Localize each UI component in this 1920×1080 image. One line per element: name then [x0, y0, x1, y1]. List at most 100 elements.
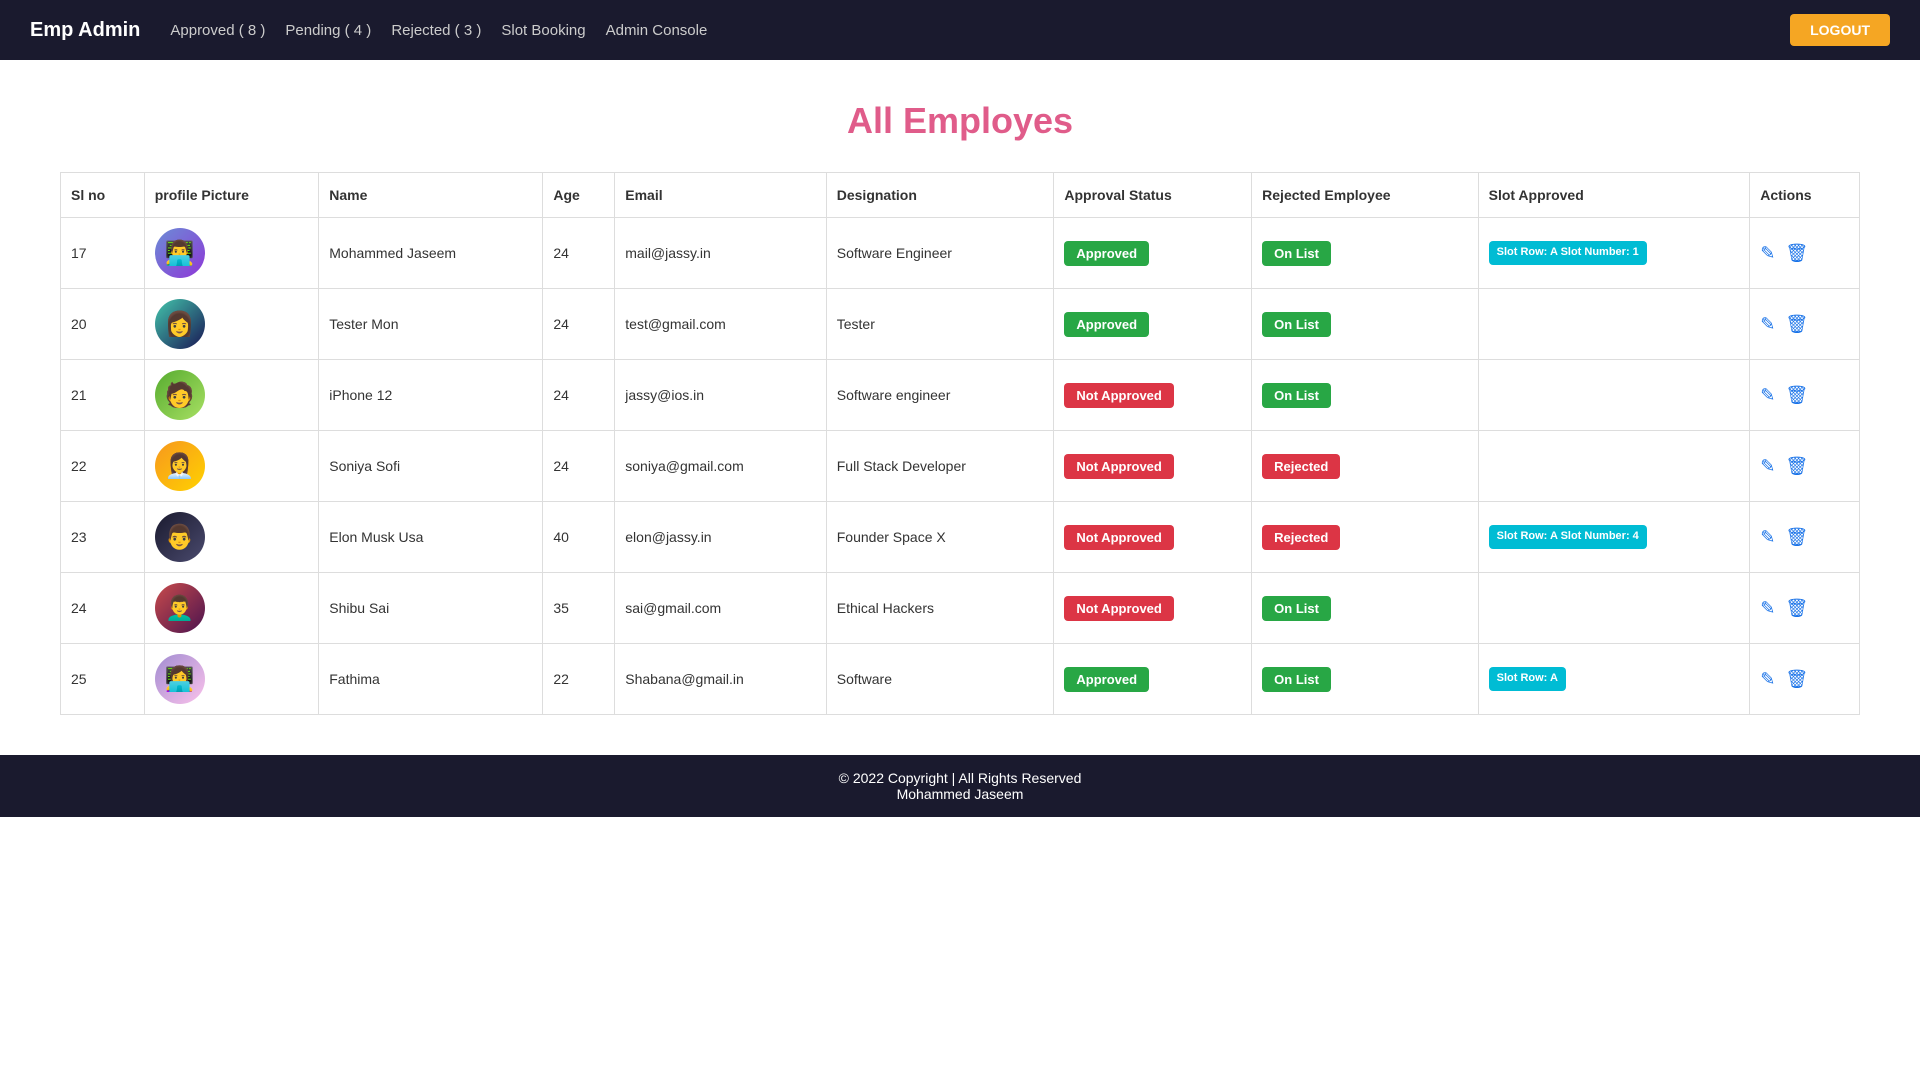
avatar: 👨‍🦱 [155, 583, 205, 633]
cell-email: sai@gmail.com [615, 573, 826, 644]
cell-age: 35 [543, 573, 615, 644]
cell-actions: ✎ 🗑 [1750, 218, 1860, 289]
edit-icon[interactable]: ✎ [1760, 385, 1775, 406]
cell-designation: Full Stack Developer [826, 431, 1054, 502]
nav-slot-booking[interactable]: Slot Booking [501, 22, 585, 39]
navbar: Emp Admin Approved ( 8 ) Pending ( 4 ) R… [0, 0, 1920, 60]
cell-avatar: 👩‍💼 [144, 431, 319, 502]
table-body: 17 👨‍💻 Mohammed Jaseem 24 mail@jassy.in … [61, 218, 1860, 715]
delete-icon[interactable]: 🗑 [1785, 243, 1808, 264]
approval-status-badge: Approved [1064, 312, 1149, 337]
cell-actions: ✎ 🗑 [1750, 644, 1860, 715]
cell-designation: Software engineer [826, 360, 1054, 431]
cell-designation: Tester [826, 289, 1054, 360]
approval-status-badge: Approved [1064, 241, 1149, 266]
col-sl: Sl no [61, 173, 145, 218]
cell-approval-status: Approved [1054, 289, 1252, 360]
cell-actions: ✎ 🗑 [1750, 502, 1860, 573]
avatar: 👩 [155, 299, 205, 349]
cell-sl: 22 [61, 431, 145, 502]
cell-age: 24 [543, 289, 615, 360]
cell-slot-approved [1478, 431, 1750, 502]
cell-age: 24 [543, 431, 615, 502]
col-email: Email [615, 173, 826, 218]
rejected-employee-badge: On List [1262, 596, 1331, 621]
col-name: Name [319, 173, 543, 218]
cell-rejected-employee: On List [1252, 644, 1478, 715]
nav-rejected[interactable]: Rejected ( 3 ) [391, 22, 481, 39]
cell-approval-status: Approved [1054, 218, 1252, 289]
cell-slot-approved [1478, 360, 1750, 431]
table-row: 17 👨‍💻 Mohammed Jaseem 24 mail@jassy.in … [61, 218, 1860, 289]
action-icons: ✎ 🗑 [1760, 598, 1849, 619]
cell-avatar: 👩‍💻 [144, 644, 319, 715]
cell-approval-status: Not Approved [1054, 502, 1252, 573]
avatar: 👨 [155, 512, 205, 562]
cell-avatar: 👩 [144, 289, 319, 360]
cell-designation: Ethical Hackers [826, 573, 1054, 644]
cell-designation: Software Engineer [826, 218, 1054, 289]
cell-approval-status: Not Approved [1054, 431, 1252, 502]
delete-icon[interactable]: 🗑 [1785, 669, 1808, 690]
delete-icon[interactable]: 🗑 [1785, 314, 1808, 335]
slot-badge: Slot Row: A Slot Number: 4 [1489, 525, 1647, 548]
logout-button[interactable]: LOGOUT [1790, 14, 1890, 46]
cell-approval-status: Not Approved [1054, 360, 1252, 431]
cell-rejected-employee: On List [1252, 218, 1478, 289]
cell-actions: ✎ 🗑 [1750, 431, 1860, 502]
table-row: 23 👨 Elon Musk Usa 40 elon@jassy.in Foun… [61, 502, 1860, 573]
cell-sl: 17 [61, 218, 145, 289]
cell-avatar: 🧑 [144, 360, 319, 431]
cell-slot-approved: Slot Row: A Slot Number: 1 [1478, 218, 1750, 289]
cell-sl: 21 [61, 360, 145, 431]
edit-icon[interactable]: ✎ [1760, 669, 1775, 690]
nav-approved[interactable]: Approved ( 8 ) [170, 22, 265, 39]
cell-slot-approved: Slot Row: A [1478, 644, 1750, 715]
action-icons: ✎ 🗑 [1760, 669, 1849, 690]
edit-icon[interactable]: ✎ [1760, 243, 1775, 264]
table-header: Sl no profile Picture Name Age Email Des… [61, 173, 1860, 218]
rejected-employee-badge: On List [1262, 667, 1331, 692]
edit-icon[interactable]: ✎ [1760, 598, 1775, 619]
employees-table: Sl no profile Picture Name Age Email Des… [60, 172, 1860, 715]
col-rejected-employee: Rejected Employee [1252, 173, 1478, 218]
delete-icon[interactable]: 🗑 [1785, 527, 1808, 548]
action-icons: ✎ 🗑 [1760, 456, 1849, 477]
edit-icon[interactable]: ✎ [1760, 314, 1775, 335]
cell-actions: ✎ 🗑 [1750, 360, 1860, 431]
action-icons: ✎ 🗑 [1760, 314, 1849, 335]
employees-table-wrapper: Sl no profile Picture Name Age Email Des… [60, 172, 1860, 715]
approval-status-badge: Not Approved [1064, 383, 1173, 408]
cell-rejected-employee: Rejected [1252, 502, 1478, 573]
cell-name: Soniya Sofi [319, 431, 543, 502]
cell-name: Fathima [319, 644, 543, 715]
cell-rejected-employee: On List [1252, 573, 1478, 644]
cell-rejected-employee: Rejected [1252, 431, 1478, 502]
slot-badge: Slot Row: A Slot Number: 1 [1489, 241, 1647, 264]
cell-email: mail@jassy.in [615, 218, 826, 289]
cell-sl: 25 [61, 644, 145, 715]
table-row: 22 👩‍💼 Soniya Sofi 24 soniya@gmail.com F… [61, 431, 1860, 502]
footer-line2: Mohammed Jaseem [10, 786, 1910, 802]
cell-email: elon@jassy.in [615, 502, 826, 573]
action-icons: ✎ 🗑 [1760, 243, 1849, 264]
edit-icon[interactable]: ✎ [1760, 456, 1775, 477]
delete-icon[interactable]: 🗑 [1785, 456, 1808, 477]
cell-age: 40 [543, 502, 615, 573]
action-icons: ✎ 🗑 [1760, 527, 1849, 548]
cell-slot-approved [1478, 573, 1750, 644]
cell-slot-approved [1478, 289, 1750, 360]
nav-pending[interactable]: Pending ( 4 ) [285, 22, 371, 39]
table-row: 20 👩 Tester Mon 24 test@gmail.com Tester… [61, 289, 1860, 360]
delete-icon[interactable]: 🗑 [1785, 385, 1808, 406]
cell-avatar: 👨 [144, 502, 319, 573]
cell-designation: Founder Space X [826, 502, 1054, 573]
edit-icon[interactable]: ✎ [1760, 527, 1775, 548]
delete-icon[interactable]: 🗑 [1785, 598, 1808, 619]
navbar-links: Approved ( 8 ) Pending ( 4 ) Rejected ( … [170, 22, 1790, 39]
col-slot-approved: Slot Approved [1478, 173, 1750, 218]
table-row: 24 👨‍🦱 Shibu Sai 35 sai@gmail.com Ethica… [61, 573, 1860, 644]
cell-actions: ✎ 🗑 [1750, 573, 1860, 644]
nav-admin-console[interactable]: Admin Console [606, 22, 708, 39]
cell-email: test@gmail.com [615, 289, 826, 360]
